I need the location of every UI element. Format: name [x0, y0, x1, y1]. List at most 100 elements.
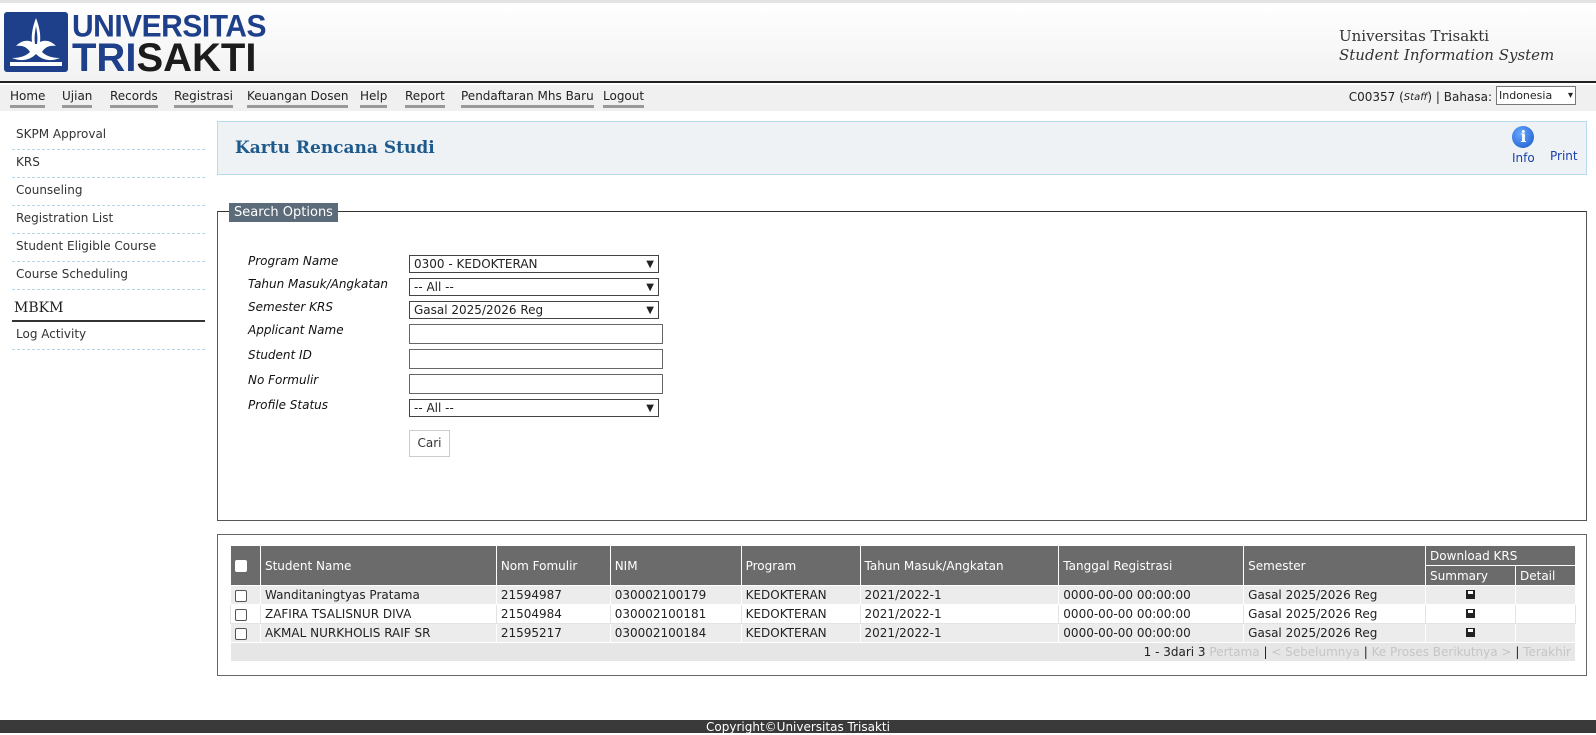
sidebar-item-log-activity[interactable]: Log Activity	[12, 322, 205, 350]
download-summary-icon[interactable]	[1466, 628, 1476, 637]
sidebar-item-krs[interactable]: KRS	[12, 150, 205, 178]
program-name-select[interactable]: 0300 - KEDOKTERAN ▼	[409, 255, 659, 273]
student-name-cell: Wanditaningtyas Pratama	[259, 585, 497, 605]
select-all-header	[230, 545, 261, 586]
program-name-label: Program Name	[248, 254, 339, 268]
semester-cell: Gasal 2025/2026 Reg	[1243, 585, 1427, 605]
select-all-checkbox[interactable]	[235, 560, 247, 572]
menu-keuangan-dosen[interactable]: Keuangan Dosen	[247, 89, 349, 108]
student-name-cell: ZAFIRA TSALISNUR DIVA	[259, 604, 497, 624]
column-header-tahun-masuk[interactable]: Tahun Masuk/Angkatan	[859, 545, 1060, 586]
menu-home[interactable]: Home	[10, 89, 46, 108]
no-formulir-input[interactable]	[409, 374, 663, 394]
column-header-semester[interactable]: Semester	[1243, 545, 1427, 586]
pagination-first[interactable]: Pertama	[1209, 645, 1259, 659]
sidebar-item-skpm-approval[interactable]: SKPM Approval	[12, 122, 205, 150]
menu-ujian[interactable]: Ujian	[62, 89, 93, 108]
student-id-label: Student ID	[248, 348, 312, 362]
info-button[interactable]: i Info	[1512, 126, 1535, 165]
separator: |	[1435, 90, 1440, 104]
applicant-name-label: Applicant Name	[248, 323, 344, 337]
column-header-summary: Summary	[1425, 565, 1516, 586]
applicant-name-input[interactable]	[409, 324, 663, 344]
sidebar-item-counseling[interactable]: Counseling	[12, 178, 205, 206]
semester-krs-value: Gasal 2025/2026 Reg	[414, 303, 544, 317]
nim-cell: 030002100179	[609, 585, 742, 605]
semester-cell: Gasal 2025/2026 Reg	[1243, 623, 1427, 643]
pagination-row: 1 - 3dari 3 Pertama | < Sebelumnya | Ke …	[230, 642, 1576, 662]
sidebar-item-student-eligible-course[interactable]: Student Eligible Course	[12, 234, 205, 262]
semester-krs-select[interactable]: Gasal 2025/2026 Reg ▼	[409, 301, 659, 319]
tanggal-cell: 0000-00-00 00:00:00	[1058, 623, 1245, 643]
sidebar-item-course-scheduling[interactable]: Course Scheduling	[12, 262, 205, 290]
detail-cell	[1514, 623, 1577, 643]
nim-cell: 030002100184	[609, 623, 742, 643]
student-id-input[interactable]	[409, 349, 663, 369]
program-cell: KEDOKTERAN	[740, 623, 861, 643]
tahun-cell: 2021/2022-1	[859, 623, 1060, 643]
search-button[interactable]: Cari	[409, 430, 450, 457]
sidebar-item-registration-list[interactable]: Registration List	[12, 206, 205, 234]
nim-cell: 030002100181	[609, 604, 742, 624]
results-table: Student Name Nom Fomulir NIM Program Tah…	[230, 545, 1577, 662]
download-summary-icon[interactable]	[1466, 609, 1476, 618]
profile-status-value: -- All --	[414, 401, 454, 415]
info-label: Info	[1512, 151, 1535, 165]
row-checkbox[interactable]	[235, 627, 247, 640]
language-select[interactable]: Indonesia ▾	[1496, 86, 1576, 105]
pagination-next[interactable]: Ke Proses Berikutnya >	[1372, 645, 1512, 659]
tahun-masuk-label: Tahun Masuk/Angkatan	[248, 277, 389, 291]
page-title-bar: Kartu Rencana Studi i Info Print	[217, 121, 1587, 175]
menu-logout[interactable]: Logout	[603, 89, 645, 108]
menu-records[interactable]: Records	[110, 89, 158, 108]
logo-text-trisakti: TRISAKTI	[72, 36, 257, 80]
university-info: Universitas Trisakti Student Information…	[1339, 27, 1554, 65]
table-row: ZAFIRA TSALISNUR DIVA 21504984 030002100…	[230, 604, 1577, 624]
pagination-prev[interactable]: < Sebelumnya	[1271, 645, 1360, 659]
formulir-cell: 21504984	[495, 604, 611, 624]
menu-pendaftaran-mhs-baru[interactable]: Pendaftaran Mhs Baru	[461, 89, 594, 108]
formulir-cell: 21594987	[495, 585, 611, 605]
user-id: C00357	[1348, 90, 1396, 104]
main-menu-bar: Home Ujian Records Registrasi Keuangan D…	[0, 85, 1596, 111]
menu-report[interactable]: Report	[405, 89, 445, 108]
search-options-legend: Search Options	[229, 203, 338, 222]
download-summary-icon[interactable]	[1466, 590, 1476, 599]
pagination-last[interactable]: Terakhir	[1523, 645, 1571, 659]
column-header-nim[interactable]: NIM	[609, 545, 742, 586]
menu-help[interactable]: Help	[360, 89, 388, 108]
pagination-separator: |	[1363, 645, 1368, 659]
trisakti-emblem-icon	[4, 12, 68, 72]
print-label: Print	[1550, 149, 1578, 163]
language-value: Indonesia	[1499, 89, 1553, 102]
sidebar-heading-mbkm: MBKM	[12, 300, 205, 322]
chevron-down-icon: ▼	[646, 304, 654, 316]
program-cell: KEDOKTERAN	[740, 585, 861, 605]
profile-status-select[interactable]: -- All -- ▼	[409, 399, 659, 417]
row-checkbox[interactable]	[235, 589, 247, 602]
column-header-program[interactable]: Program	[740, 545, 861, 586]
user-role: Staff	[1403, 91, 1428, 103]
formulir-cell: 21595217	[495, 623, 611, 643]
page-title: Kartu Rencana Studi	[235, 138, 435, 158]
row-checkbox[interactable]	[235, 608, 247, 621]
pagination-range: 1 - 3dari 3	[1143, 645, 1206, 659]
student-name-cell: AKMAL NURKHOLIS RAIF SR	[259, 623, 497, 643]
chevron-down-icon: ▼	[646, 258, 654, 270]
print-button[interactable]: Print	[1550, 149, 1578, 163]
tahun-masuk-select[interactable]: -- All -- ▼	[409, 278, 659, 296]
column-header-student-name[interactable]: Student Name	[259, 545, 497, 586]
university-logo[interactable]: UNIVERSITAS TRISAKTI	[4, 9, 266, 80]
program-cell: KEDOKTERAN	[740, 604, 861, 624]
copyright-text: Copyright©Universitas Trisakti	[706, 720, 890, 734]
program-name-value: 0300 - KEDOKTERAN	[414, 257, 538, 271]
column-header-nom-formulir[interactable]: Nom Fomulir	[495, 545, 611, 586]
tanggal-cell: 0000-00-00 00:00:00	[1058, 604, 1245, 624]
profile-status-label: Profile Status	[248, 398, 329, 412]
chevron-down-icon: ▼	[646, 402, 654, 414]
menu-registrasi[interactable]: Registrasi	[174, 89, 233, 108]
info-icon: i	[1512, 126, 1535, 148]
column-header-tanggal-registrasi[interactable]: Tanggal Registrasi	[1058, 545, 1245, 586]
pagination-separator: |	[1515, 645, 1520, 659]
sidebar: SKPM Approval KRS Counseling Registratio…	[12, 122, 205, 350]
